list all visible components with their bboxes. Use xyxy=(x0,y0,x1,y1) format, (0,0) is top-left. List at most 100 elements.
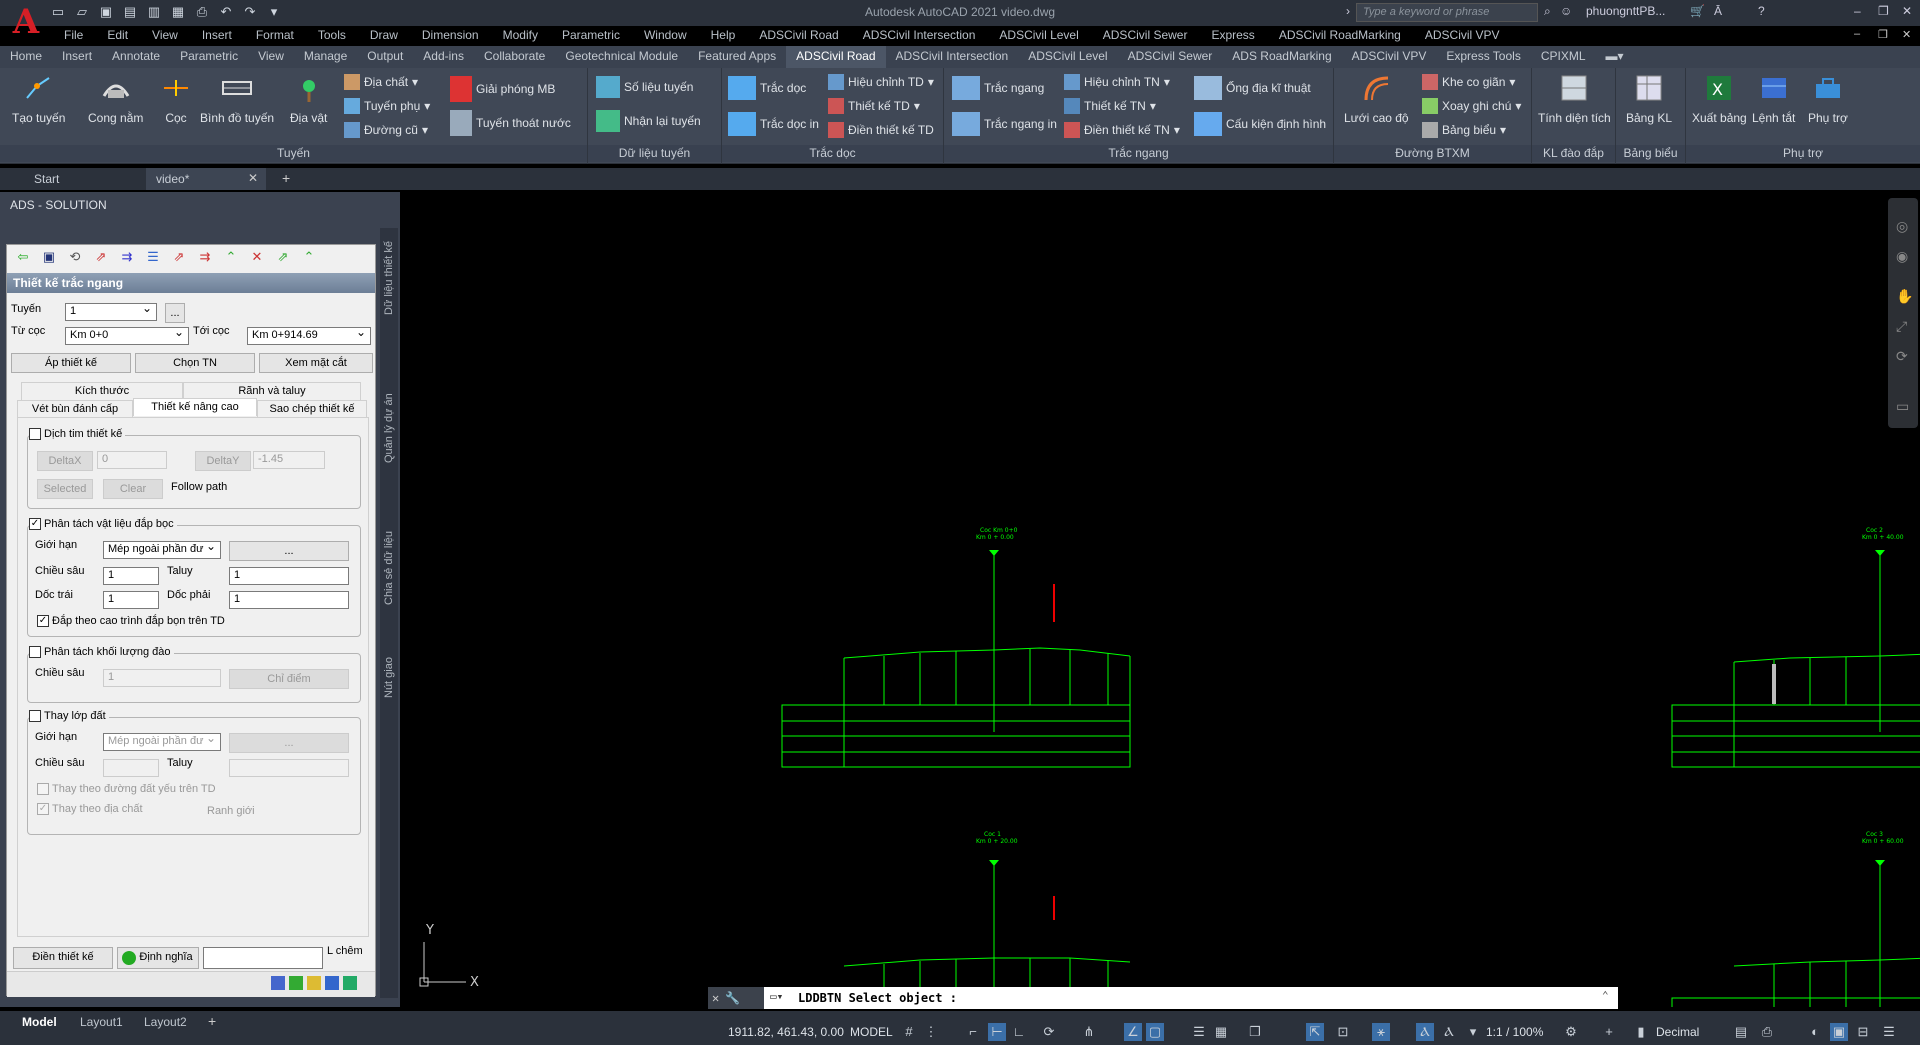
dien-thiet-ke-tn-button[interactable]: Điền thiết kế TN ▾ xyxy=(1064,122,1180,138)
ribbon-tab-12[interactable]: ADSCivil Intersection xyxy=(886,46,1019,68)
cmd-settings-icon[interactable]: 🔧 xyxy=(725,991,740,1005)
quick-properties-icon[interactable]: ▮ xyxy=(1632,1023,1650,1041)
coordinates-readout[interactable]: 1911.82, 461.43, 0.00 xyxy=(728,1025,844,1039)
tab-start[interactable]: Start xyxy=(24,168,144,190)
footer-tool-1-icon[interactable] xyxy=(271,976,285,990)
isolate-icon[interactable]: ◐ xyxy=(1806,1023,1824,1041)
footer-tool-4-icon[interactable] xyxy=(325,976,339,990)
cmd-expand-icon[interactable]: ⌃ xyxy=(1602,989,1609,1002)
layout-tab-layout1[interactable]: Layout1 xyxy=(72,1013,131,1033)
cart-icon[interactable]: 🛒 xyxy=(1690,4,1705,18)
menu-18[interactable]: ADSCivil VPV xyxy=(1413,26,1512,46)
layout-tab-model[interactable]: Model xyxy=(14,1013,65,1033)
snap-icon[interactable]: ⋮ xyxy=(922,1023,940,1041)
hieu-chinh-tn-button[interactable]: Hiệu chỉnh TN ▾ xyxy=(1064,74,1170,90)
annotation-scale[interactable]: 1:1 / 100% xyxy=(1486,1025,1543,1039)
dia-vat-button[interactable]: Địa vật xyxy=(290,72,327,125)
quick-calc-icon[interactable]: ▤ xyxy=(1732,1023,1750,1041)
footer-tool-5-icon[interactable] xyxy=(343,976,357,990)
object-snap-tracking-icon[interactable]: ∠ xyxy=(1124,1023,1142,1041)
nhan-lai-tuyen-button[interactable]: Nhận lại tuyến xyxy=(596,110,701,132)
menu-13[interactable]: ADSCivil Intersection xyxy=(851,26,988,46)
doc-phai-input[interactable]: 1 xyxy=(229,591,349,609)
tool-1-icon[interactable]: ⇗ xyxy=(91,249,111,265)
menu-0[interactable]: File xyxy=(52,26,95,46)
tool-6-icon[interactable]: ⌃ xyxy=(221,249,241,265)
bang-bieu-btxm-button[interactable]: Bảng biểu ▾ xyxy=(1422,122,1506,138)
search-input[interactable]: Type a keyword or phrase xyxy=(1356,3,1538,22)
luoi-cao-do-button[interactable]: Lưới cao độ xyxy=(1344,72,1409,125)
ribbon-tab-2[interactable]: Annotate xyxy=(102,46,170,68)
footer-tool-3-icon[interactable] xyxy=(307,976,321,990)
menu-1[interactable]: Edit xyxy=(95,26,140,46)
transparency-icon[interactable]: ▦ xyxy=(1212,1023,1230,1041)
tuyen-browse-button[interactable]: ... xyxy=(165,303,185,323)
customize-status-icon[interactable]: ☰ xyxy=(1880,1023,1898,1041)
phu-tro-button[interactable]: Phụ trợ xyxy=(1808,72,1848,125)
cross-section-1[interactable]: Coc Km 0+0 Km 0 + 0.00 xyxy=(781,527,1131,768)
steering-wheel-icon[interactable]: ◎ xyxy=(1896,218,1908,235)
tao-tuyen-button[interactable]: Tạo tuyến xyxy=(12,72,65,125)
tool-9-icon[interactable]: ⌃ xyxy=(299,249,319,265)
plot-icon[interactable]: ⎙ xyxy=(194,4,210,20)
tab-sao-chep-thiet-ke[interactable]: Sao chép thiết kế xyxy=(257,400,367,418)
menu-6[interactable]: Draw xyxy=(358,26,410,46)
thiet-ke-td-button[interactable]: Thiết kế TD ▾ xyxy=(828,98,920,114)
annotation-scale-icon[interactable]: Ⲁ xyxy=(1440,1023,1458,1041)
add-layout-icon[interactable]: + xyxy=(208,1013,216,1029)
menu-17[interactable]: ADSCivil RoadMarking xyxy=(1267,26,1413,46)
gioi-han-browse-button[interactable]: ... xyxy=(229,541,349,561)
polar-icon[interactable]: ⟳ xyxy=(1040,1023,1058,1041)
chon-tn-button[interactable]: Chọn TN xyxy=(135,353,255,373)
help-icon[interactable]: ? xyxy=(1758,4,1765,18)
annotation-monitor-icon[interactable]: ⇱ xyxy=(1306,1023,1324,1041)
cmd-close-icon[interactable]: ✕ xyxy=(712,991,719,1005)
ribbon-tab-13[interactable]: ADSCivil Level xyxy=(1018,46,1117,68)
plus-icon[interactable]: + xyxy=(1600,1023,1618,1041)
autocad-logo-icon[interactable]: A xyxy=(4,2,48,46)
vtab-du-lieu-thiet-ke[interactable]: Dữ liệu thiết kế xyxy=(380,228,398,328)
thiet-ke-tn-button[interactable]: Thiết kế TN ▾ xyxy=(1064,98,1156,114)
l-chem-input[interactable] xyxy=(203,947,323,969)
tool-4-icon[interactable]: ⇗ xyxy=(169,249,189,265)
autoscale-icon[interactable]: Ⲁ xyxy=(1416,1023,1434,1041)
graphics-performance-icon[interactable]: ▣ xyxy=(1830,1023,1848,1041)
infer-icon[interactable]: ⌐ xyxy=(964,1023,982,1041)
tuyen-phu-button[interactable]: Tuyến phụ ▾ xyxy=(344,98,430,114)
annotation-objects-icon[interactable]: ⎙ xyxy=(1758,1023,1776,1041)
open-icon[interactable]: ▱ xyxy=(74,4,90,20)
menu-8[interactable]: Modify xyxy=(491,26,550,46)
menu-10[interactable]: Window xyxy=(632,26,699,46)
chieu-sau-input[interactable]: 1 xyxy=(103,567,159,585)
new-icon[interactable]: ▭ xyxy=(50,4,66,20)
orbit-icon[interactable]: ⟳ xyxy=(1896,348,1908,365)
hieu-chinh-td-button[interactable]: Hiệu chỉnh TD ▾ xyxy=(828,74,934,90)
vtab-nut-giao[interactable]: Nút giao xyxy=(380,638,398,718)
units-icon[interactable]: ⊡ xyxy=(1334,1023,1352,1041)
doc-minimize-icon[interactable]: – xyxy=(1854,28,1860,40)
vtab-quan-ly-du-an[interactable]: Quản lý dự án xyxy=(380,378,398,478)
tool-2-icon[interactable]: ⇉ xyxy=(117,249,137,265)
khoi-luong-checkbox[interactable]: Phân tách khối lượng đào xyxy=(29,646,174,658)
cau-kien-button[interactable]: Cấu kiện định hình xyxy=(1194,112,1326,136)
new-tab-icon[interactable]: + xyxy=(282,170,290,186)
command-line[interactable]: ✕ 🔧 ▭▾ LDDBTN Select object : ⌃ xyxy=(708,987,1618,1009)
ribbon-tab-6[interactable]: Output xyxy=(357,46,413,68)
menu-12[interactable]: ADSCivil Road xyxy=(747,26,850,46)
pan-icon[interactable]: ✋ xyxy=(1896,288,1913,305)
zoom-icon[interactable]: ◉ xyxy=(1896,248,1908,265)
user-name[interactable]: phuongnttPB... xyxy=(1586,4,1665,18)
dien-thiet-ke-td-button[interactable]: Điền thiết kế TD xyxy=(828,122,934,138)
scale-dropdown-icon[interactable]: ▾ xyxy=(1464,1023,1482,1041)
annotation-visibility-icon[interactable]: ⚹ xyxy=(1372,1023,1390,1041)
menu-3[interactable]: Insert xyxy=(190,26,244,46)
menu-15[interactable]: ADSCivil Sewer xyxy=(1091,26,1200,46)
gioi-han-select[interactable]: Mép ngoài phần đư xyxy=(103,539,221,559)
ribbon-tab-15[interactable]: ADS RoadMarking xyxy=(1222,46,1341,68)
phan-tach-checkbox[interactable]: ✓ Phân tách vật liệu đắp bọc xyxy=(29,518,177,530)
xem-mat-cat-button[interactable]: Xem mặt cắt xyxy=(259,353,373,373)
close-icon[interactable]: ✕ xyxy=(1902,4,1912,18)
isodraft-icon[interactable]: ⋔ xyxy=(1080,1023,1098,1041)
restore-icon[interactable]: ❐ xyxy=(1878,4,1889,18)
vtab-chia-se-du-lieu[interactable]: Chia sẻ dữ liệu xyxy=(380,518,398,618)
